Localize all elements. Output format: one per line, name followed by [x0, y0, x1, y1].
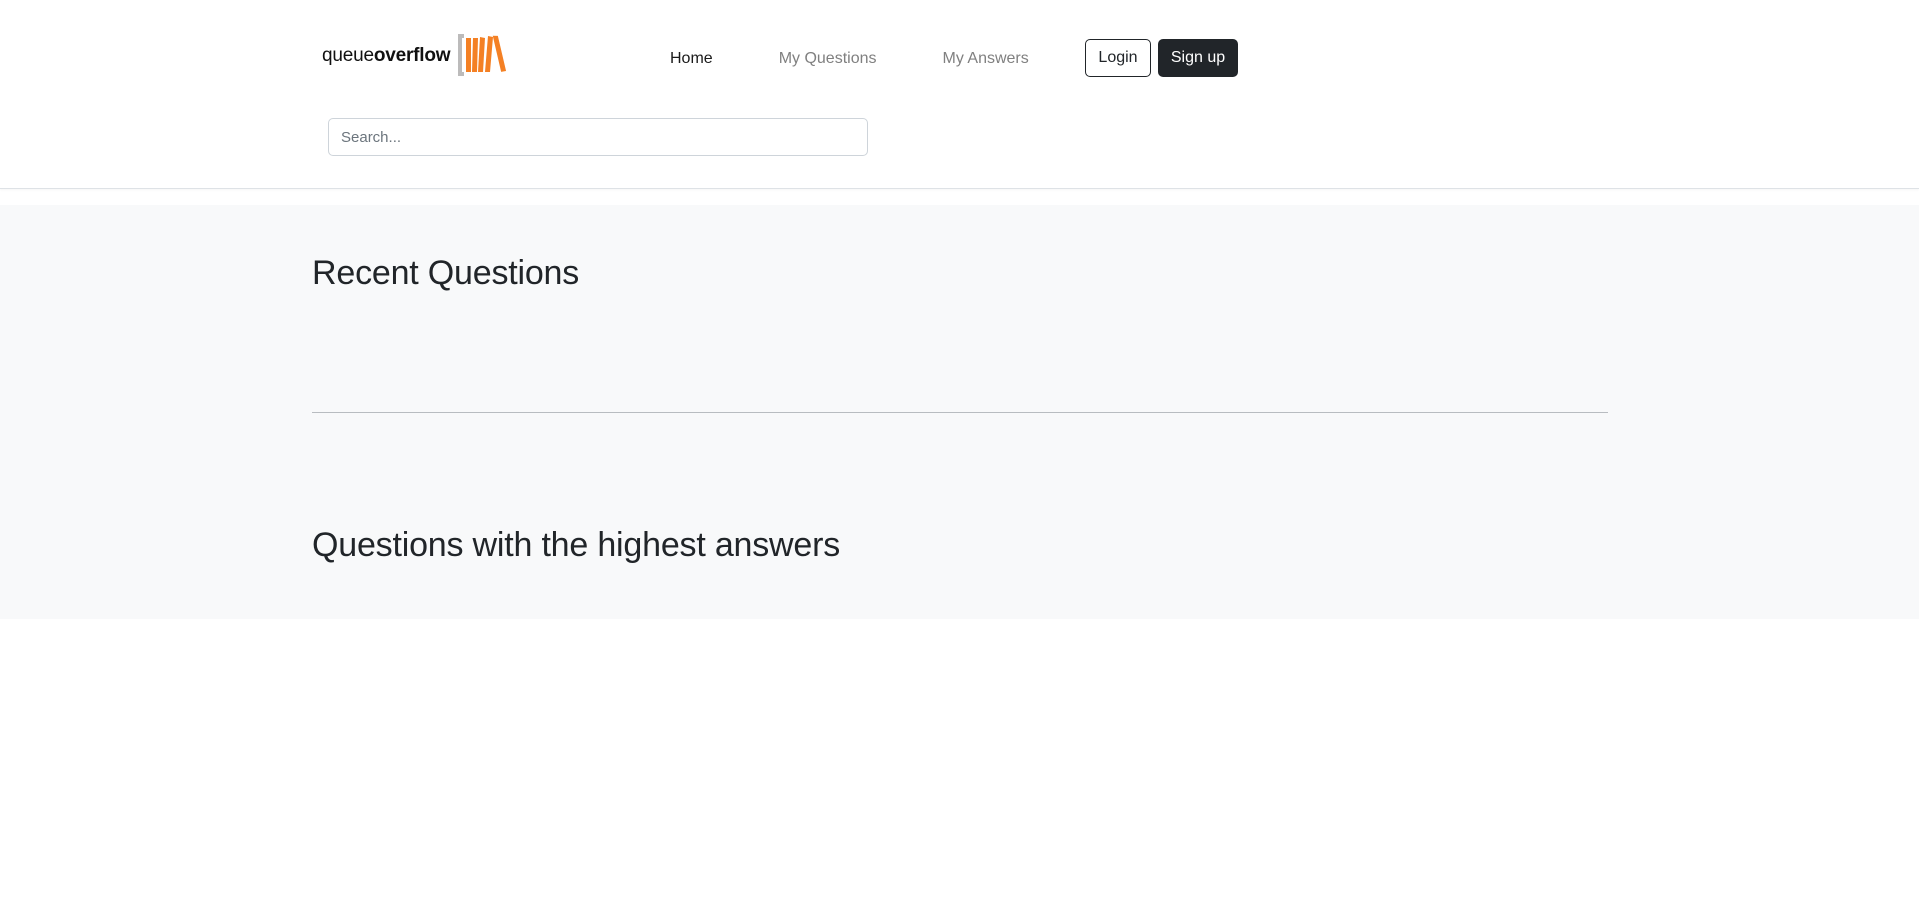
brand-name-bold: overflow — [373, 44, 451, 66]
nav-my-answers-link[interactable]: My Answers — [943, 47, 1029, 71]
main-content: Recent Questions Questions with the high… — [0, 205, 1919, 619]
brand-name-light: queue — [322, 44, 374, 66]
login-button[interactable]: Login — [1085, 39, 1151, 77]
site-header: queueoverflow Home My Questions My Answe… — [0, 0, 1919, 189]
main-nav: Home My Questions My Answers — [670, 47, 1029, 71]
recent-questions-title: Recent Questions — [312, 254, 580, 292]
section-divider — [312, 412, 1608, 413]
nav-home-link[interactable]: Home — [670, 47, 713, 71]
stacked-books-icon — [458, 34, 507, 76]
brand-logo-link[interactable]: queueoverflow — [322, 32, 512, 78]
signup-button[interactable]: Sign up — [1158, 39, 1238, 77]
brand-name: queueoverflow — [322, 44, 451, 66]
nav-my-questions-link[interactable]: My Questions — [779, 47, 877, 71]
search-input[interactable] — [328, 118, 868, 156]
highest-answers-title: Questions with the highest answers — [312, 526, 841, 564]
